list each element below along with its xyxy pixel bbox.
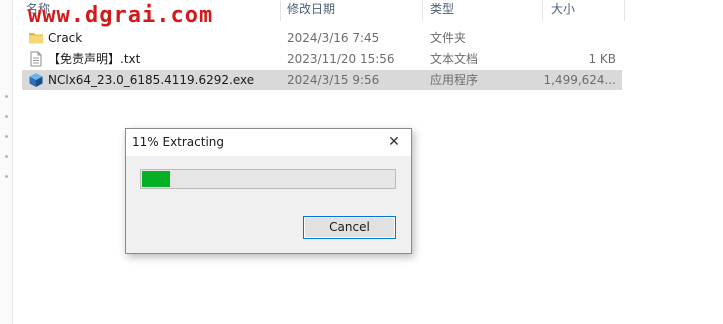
- file-row-disclaimer[interactable]: 【免责声明】.txt 2023/11/20 15:56 文本文档 1 KB: [22, 49, 622, 69]
- file-modified: 2024/3/16 7:45: [287, 31, 380, 45]
- file-name: 【免责声明】.txt: [48, 52, 141, 66]
- progress-bar: [140, 169, 396, 189]
- column-divider[interactable]: [280, 0, 281, 21]
- file-size: [542, 28, 616, 48]
- nav-dot: [5, 155, 8, 158]
- nav-dot: [5, 95, 8, 98]
- column-divider[interactable]: [624, 0, 625, 21]
- cancel-button[interactable]: Cancel: [303, 216, 396, 239]
- dialog-titlebar[interactable]: 11% Extracting ✕: [126, 129, 411, 156]
- column-header-size[interactable]: 大小: [551, 0, 575, 21]
- installer-exe-icon: [29, 73, 43, 87]
- column-divider[interactable]: [422, 0, 423, 21]
- extracting-dialog: 11% Extracting ✕ Cancel: [125, 128, 412, 254]
- dialog-title: 11% Extracting: [132, 135, 225, 149]
- file-size: 1,499,624...: [543, 73, 616, 87]
- folder-icon: [29, 33, 43, 44]
- column-divider[interactable]: [542, 0, 543, 21]
- file-modified: 2024/3/15 9:56: [287, 73, 380, 87]
- file-type: 文本文档: [430, 52, 479, 66]
- file-modified: 2023/11/20 15:56: [287, 52, 395, 66]
- watermark-text: www.dgrai.com: [28, 3, 214, 28]
- file-row-crack[interactable]: Crack 2024/3/16 7:45 文件夹: [22, 28, 622, 48]
- progress-bar-fill: [142, 171, 170, 187]
- file-type: 文件夹: [430, 31, 467, 45]
- column-header-modified[interactable]: 修改日期: [287, 0, 335, 21]
- file-size: 1 KB: [588, 52, 616, 66]
- file-name: Crack: [48, 31, 83, 45]
- text-file-icon: [30, 51, 42, 67]
- file-name: NClx64_23.0_6185.4119.6292.exe: [48, 73, 255, 87]
- navigation-pane-edge: [0, 0, 13, 324]
- nav-dot: [5, 115, 8, 118]
- file-row-installer[interactable]: NClx64_23.0_6185.4119.6292.exe 2024/3/15…: [22, 70, 622, 90]
- close-icon[interactable]: ✕: [385, 133, 403, 151]
- nav-dot: [5, 135, 8, 138]
- column-header-type[interactable]: 类型: [430, 0, 454, 21]
- file-type: 应用程序: [430, 73, 479, 87]
- nav-dot: [5, 175, 8, 178]
